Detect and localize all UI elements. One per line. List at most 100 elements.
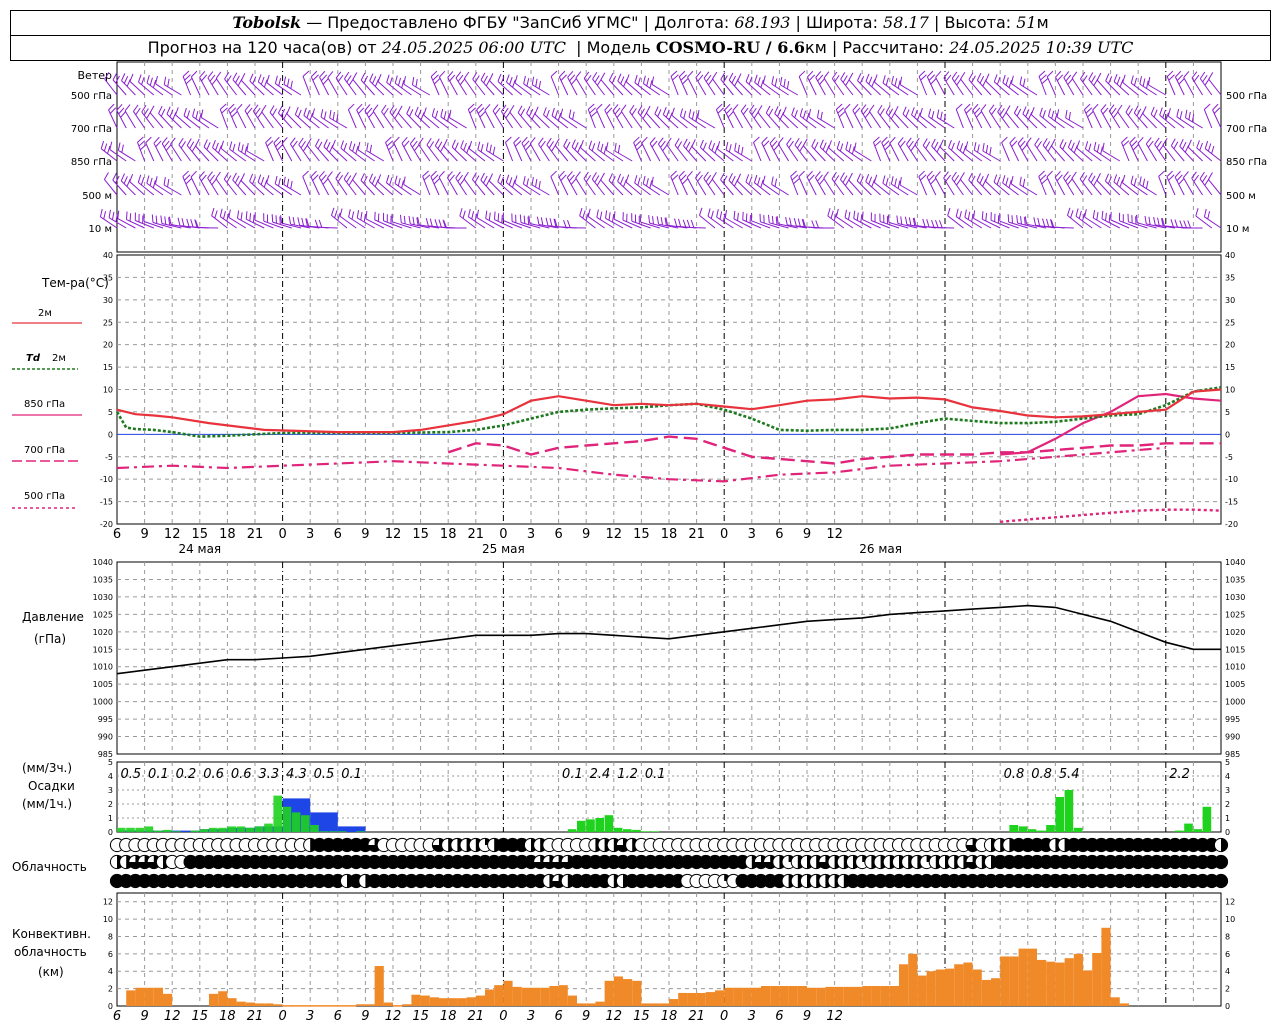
wind-barb xyxy=(1158,176,1167,196)
wind-barb-flag xyxy=(1133,105,1139,114)
wind-barb-flag xyxy=(1184,109,1188,118)
wind-barb-flag xyxy=(703,71,710,79)
wind-barb-flag xyxy=(141,76,145,85)
wind-barb-flag xyxy=(585,174,592,183)
conv-ytick-left: 8 xyxy=(108,932,113,941)
wind-barb-flag xyxy=(1203,208,1207,217)
wind-barb-flag xyxy=(1038,70,1046,77)
wind-barb xyxy=(745,181,762,196)
wind-barb-flag xyxy=(335,71,342,79)
wind-barb-flag xyxy=(185,178,193,185)
conv-bar xyxy=(669,999,679,1006)
wind-barb-flag xyxy=(554,110,559,119)
wind-barb xyxy=(791,114,808,129)
wind-barb-flag xyxy=(246,107,253,115)
wind-barb-flag xyxy=(897,180,901,189)
wind-barb-flag xyxy=(443,111,447,120)
wind-barb-flag xyxy=(572,111,575,120)
conv-xtick: 15 xyxy=(412,1009,429,1024)
temp-ytick-right: -20 xyxy=(1225,520,1238,529)
wind-barb xyxy=(1139,83,1157,96)
wind-barb-flag xyxy=(223,210,226,219)
wind-barb-flag xyxy=(1030,106,1035,115)
day-label: 26 мая xyxy=(859,542,902,556)
wind-barb xyxy=(670,76,679,96)
precip-total-label: 2.2 xyxy=(1169,767,1190,782)
temp-xtick: 0 xyxy=(499,527,507,542)
precip-ytick-left: 4 xyxy=(108,772,113,781)
wind-barb-flag xyxy=(467,103,475,110)
wind-barb-flag xyxy=(1139,176,1142,185)
wind-barb-flag xyxy=(1096,144,1100,153)
wind-barb-flag xyxy=(869,104,875,112)
temp-xtick: 6 xyxy=(113,527,121,542)
precip-1h-bar xyxy=(264,823,273,832)
legend-700: 700 гПа xyxy=(24,445,65,456)
precip-total-label: 4.3 xyxy=(286,767,307,782)
wind-barb-flag xyxy=(1176,108,1180,117)
wind-barb-flag xyxy=(985,212,988,222)
wind-barb xyxy=(827,215,845,229)
wind-barb xyxy=(993,81,1010,96)
wind-barb-flag xyxy=(1092,210,1096,219)
wind-barb-flag xyxy=(974,107,981,115)
wind-barb-flag xyxy=(1092,103,1099,111)
wind-barb-flag xyxy=(705,74,712,82)
wind-level-right: 700 гПа xyxy=(1226,124,1267,135)
wind-barb-flag xyxy=(365,210,368,219)
wind-barb-flag xyxy=(297,217,301,226)
pressure-ytick-right: 995 xyxy=(1225,715,1240,724)
wind-barb-flag xyxy=(497,173,502,182)
wind-barb-flag xyxy=(717,107,725,114)
wind-barb-flag xyxy=(346,75,352,83)
wind-barb-flag xyxy=(1150,106,1155,115)
wind-barb-flag xyxy=(678,70,686,78)
precip-total-label: 0.8 xyxy=(1004,767,1025,782)
wind-barb xyxy=(717,148,734,162)
precip-1h-bar xyxy=(577,820,586,832)
wind-barb-flag xyxy=(662,106,667,115)
pressure-ytick-right: 990 xyxy=(1225,733,1240,742)
wind-barb xyxy=(467,109,477,129)
wind-barb-flag xyxy=(996,176,1001,185)
wind-barb-flag xyxy=(125,211,128,220)
temp-xtick: 18 xyxy=(661,527,678,542)
wind-barb xyxy=(918,176,928,196)
wind-barb xyxy=(1083,109,1093,129)
wind-barb-flag xyxy=(1017,137,1024,144)
wind-barb xyxy=(492,110,504,129)
wind-barb xyxy=(1203,109,1213,129)
wind-barb-flag xyxy=(468,140,473,149)
wind-barb-flag xyxy=(457,74,464,82)
wind-barb-flag xyxy=(1051,138,1056,147)
wind-barb-flag xyxy=(120,173,125,182)
wind-barb-flag xyxy=(790,170,797,177)
wind-barb-flag xyxy=(319,70,326,78)
wind-barb-flag xyxy=(522,176,526,185)
wind-barb xyxy=(320,116,339,129)
temp-ytick-left: 15 xyxy=(103,363,113,372)
wind-barb-flag xyxy=(819,139,824,148)
wind-barb-flag xyxy=(881,136,888,144)
precip-total-label: 0.5 xyxy=(120,767,141,782)
wind-barb-flag xyxy=(951,171,957,179)
precip-total-label: 0.2 xyxy=(176,767,197,782)
wind-barb-flag xyxy=(1038,170,1045,177)
wind-barb-flag xyxy=(488,212,491,221)
precip-ytick-left: 5 xyxy=(108,758,113,767)
conv-bar xyxy=(301,1005,311,1007)
wind-barb xyxy=(357,217,375,229)
wind-barb-flag xyxy=(697,174,703,182)
wind-barb-flag xyxy=(563,138,568,147)
wind-barb-flag xyxy=(178,137,184,146)
wind-barb xyxy=(403,183,421,196)
wind-barb-flag xyxy=(449,74,456,82)
wind-barb-flag xyxy=(1011,215,1013,224)
wind-level-right: 500 м xyxy=(1226,191,1256,202)
wind-barb-flag xyxy=(337,174,344,183)
wind-barb-flag xyxy=(960,71,966,80)
wind-barb-flag xyxy=(1042,110,1046,119)
wind-barb-flag xyxy=(837,107,845,114)
wind-barb-flag xyxy=(449,174,455,182)
wind-barb-flag xyxy=(540,217,544,226)
